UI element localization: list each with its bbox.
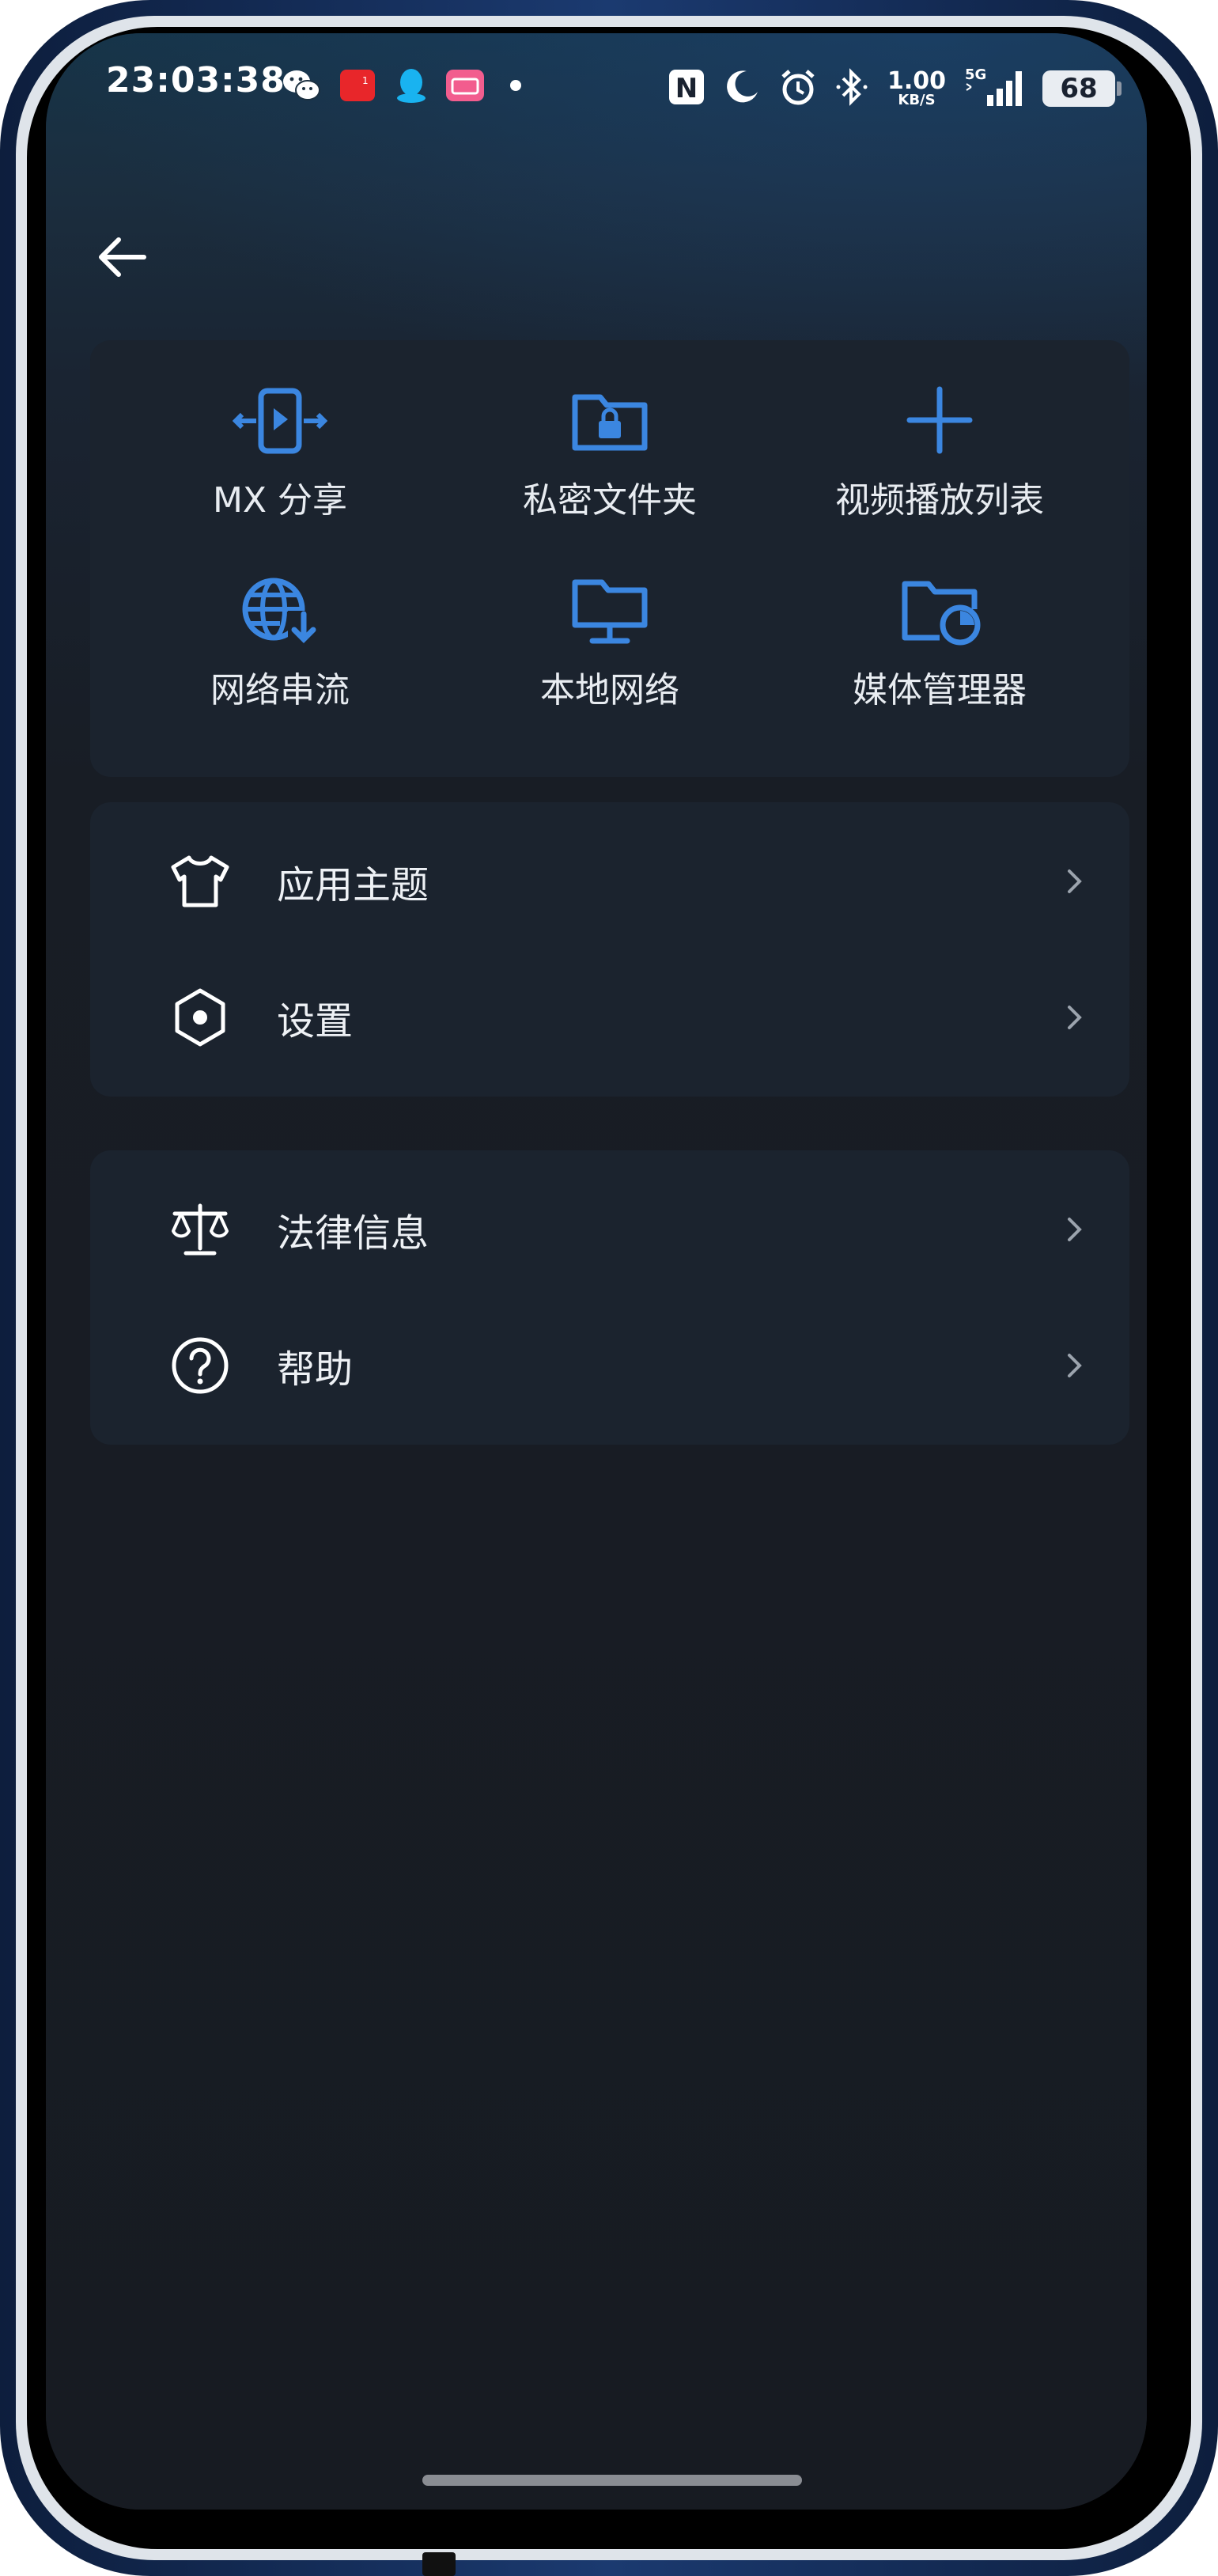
feature-network-stream[interactable]: 网络串流 [114,554,446,736]
status-right-icons: N 1.00 KB/S 5G 68 [668,65,1122,112]
svg-text:1: 1 [362,75,369,86]
svg-text:5G: 5G [965,66,986,83]
feature-private-folder[interactable]: 私密文件夹 [444,364,776,546]
moon-icon [723,68,761,109]
chevron-right-icon [1055,1210,1095,1249]
feature-local-network[interactable]: 本地网络 [444,554,776,736]
menu-item-help[interactable]: 帮助 [90,1297,1129,1434]
bottom-notch [422,2552,456,2576]
feature-video-playlist[interactable]: 视频播放列表 [774,364,1106,546]
screen: 23:03:38 1 N 1.00 KB/S 5G 68 MX 分享 私密文件夹… [46,33,1147,2510]
svg-text:N: N [675,73,698,104]
locked-folder-icon [562,377,657,456]
net-speed: 1.00 KB/S [887,67,946,108]
menu-group-appearance: 应用主题 设置 [90,802,1129,1097]
question-circle-icon [165,1330,236,1401]
menu-item-app-theme[interactable]: 应用主题 [90,813,1129,949]
dot-icon [509,68,522,103]
home-indicator[interactable] [422,2475,802,2486]
menu-item-legal[interactable]: 法律信息 [90,1161,1129,1297]
monitor-icon [562,566,657,646]
mx-share-icon [233,377,327,456]
globe-download-icon [233,566,327,646]
back-button[interactable] [85,222,157,293]
phone-frame: 23:03:38 1 N 1.00 KB/S 5G 68 MX 分享 私密文件夹… [0,0,1218,2576]
signal-5g-icon: 5G [963,66,1025,111]
nfc-icon: N [668,68,705,109]
wechat-icon [282,68,321,103]
menu-group-info: 法律信息 帮助 [90,1150,1129,1445]
alarm-icon [778,67,818,110]
scales-icon [165,1194,236,1265]
status-bar: 23:03:38 1 N 1.00 KB/S 5G 68 [46,33,1147,122]
chevron-right-icon [1055,862,1095,901]
red-app-icon: 1 [339,68,376,103]
status-time: 23:03:38 [106,60,286,100]
plus-icon [892,377,987,456]
tshirt-icon [165,846,236,917]
battery-indicator: 68 [1042,70,1122,107]
feature-media-manager[interactable]: 媒体管理器 [774,554,1106,736]
hexagon-gear-icon [165,982,236,1053]
feature-mx-share[interactable]: MX 分享 [114,364,446,546]
bilibili-icon [444,68,486,103]
features-card: MX 分享 私密文件夹 视频播放列表 网络串流 本地网络 媒体管理器 [90,340,1129,777]
folder-clock-icon [892,566,987,646]
menu-item-settings[interactable]: 设置 [90,949,1129,1085]
chevron-right-icon [1055,998,1095,1037]
chevron-right-icon [1055,1346,1095,1385]
arrow-left-icon [99,237,146,277]
qq-icon [394,68,429,103]
bluetooth-icon [835,67,870,110]
